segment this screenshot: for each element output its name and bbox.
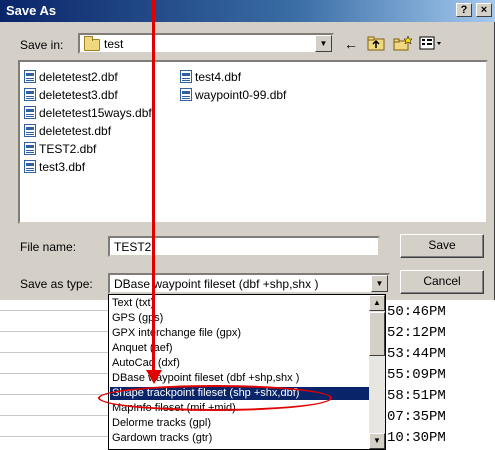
annotation-arrow [152, 0, 155, 375]
help-button[interactable]: ? [456, 3, 472, 17]
annotation-ellipse [98, 385, 332, 411]
dialog-title: Save As [6, 3, 57, 18]
save-as-dialog: Save As ? × Save in: test ▼ ← deletetest… [0, 0, 495, 300]
file-item[interactable]: waypoint0-99.dbf [180, 86, 286, 104]
chevron-down-icon[interactable]: ▼ [371, 275, 388, 292]
back-arrow-icon[interactable]: ← [342, 35, 360, 53]
file-item[interactable]: TEST2.dbf [24, 140, 96, 158]
scroll-up-icon[interactable]: ▲ [369, 295, 385, 311]
save-in-value: test [104, 37, 124, 51]
chevron-down-icon[interactable]: ▼ [315, 35, 332, 52]
time-cell: 07:35PM [383, 407, 495, 428]
save-in-label: Save in: [20, 38, 64, 52]
time-cell: 55:09PM [383, 365, 495, 386]
file-item[interactable]: deletetest2.dbf [24, 68, 118, 86]
save-as-type-combo[interactable]: DBase waypoint fileset (dbf +shp,shx ) ▼ [108, 273, 390, 294]
save-in-combo[interactable]: test ▼ [78, 33, 334, 54]
save-as-type-label: Save as type: [20, 277, 93, 291]
type-option[interactable]: GPS (gps) [110, 312, 369, 325]
type-option[interactable]: GPX interchange file (gpx) [110, 327, 369, 340]
file-item[interactable]: deletetest.dbf [24, 122, 111, 140]
scrollbar-thumb[interactable] [369, 312, 385, 356]
type-option[interactable]: Delorme tracks (gpl) [110, 417, 369, 430]
new-folder-icon[interactable] [392, 35, 414, 53]
save-button[interactable]: Save [400, 234, 484, 258]
file-list[interactable]: deletetest2.dbf deletetest3.dbf deletete… [18, 60, 488, 224]
time-cell: 52:12PM [383, 323, 495, 344]
time-cell: 58:51PM [383, 386, 495, 407]
views-menu-icon[interactable] [418, 35, 444, 53]
title-bar[interactable]: Save As ? × [0, 0, 495, 22]
dbf-file-icon [180, 70, 192, 83]
dbf-file-icon [24, 124, 36, 137]
close-button[interactable]: × [476, 3, 492, 17]
type-option[interactable]: Text (txt) [110, 297, 369, 310]
file-item[interactable]: deletetest3.dbf [24, 86, 118, 104]
folder-icon [84, 36, 100, 51]
time-cell: 11:21PM [383, 446, 495, 450]
time-cell: 50:46PM [383, 302, 495, 323]
dbf-file-icon [24, 70, 36, 83]
dbf-file-icon [24, 106, 36, 119]
dropdown-scrollbar[interactable]: ▲ ▼ [369, 295, 385, 449]
cancel-button[interactable]: Cancel [400, 270, 484, 294]
type-option[interactable]: Gardown tracks (gtr) [110, 432, 369, 445]
type-option[interactable]: AutoCad (dxf) [110, 357, 369, 370]
file-item[interactable]: test4.dbf [180, 68, 241, 86]
dbf-file-icon [24, 142, 36, 155]
dbf-file-icon [24, 88, 36, 101]
annotation-arrow-head [146, 370, 162, 384]
scroll-down-icon[interactable]: ▼ [369, 433, 385, 449]
file-name-label: File name: [20, 240, 77, 254]
dbf-file-icon [180, 88, 192, 101]
dbf-file-icon [24, 160, 36, 173]
type-option[interactable]: Anquet (aef) [110, 342, 369, 355]
time-cell: 53:44PM [383, 344, 495, 365]
save-as-type-value: DBase waypoint fileset (dbf +shp,shx ) [114, 277, 319, 291]
file-item[interactable]: test3.dbf [24, 158, 85, 176]
up-folder-icon[interactable] [366, 35, 386, 53]
file-item[interactable]: deletetest15ways.dbf [24, 104, 152, 122]
file-name-input[interactable] [108, 236, 380, 257]
